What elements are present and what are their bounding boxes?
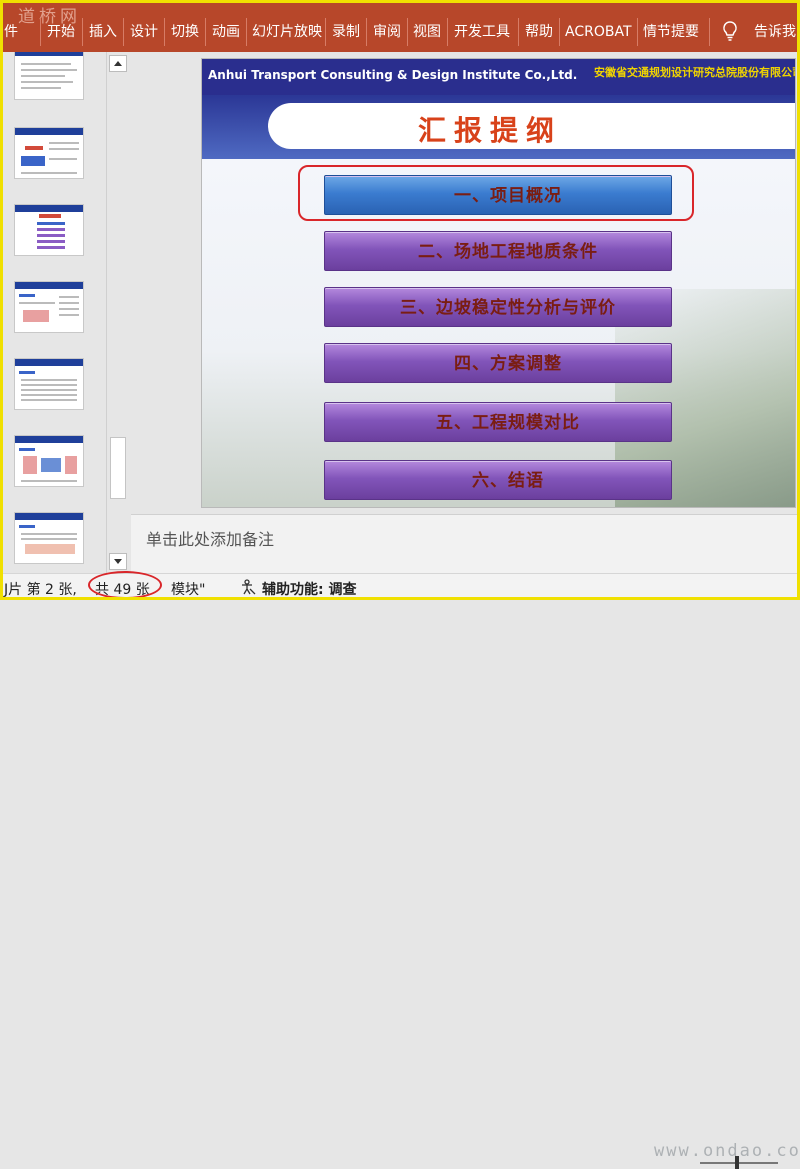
tab-separator [366, 18, 367, 46]
tab-review[interactable]: 审阅 [373, 20, 401, 44]
outline-item-5[interactable]: 五、工程规模对比 [324, 402, 672, 442]
tab-home[interactable]: 开始 [47, 20, 75, 44]
tab-storyboard[interactable]: 情节提要 [643, 20, 699, 44]
slide-position: J片 第 2 张, [4, 582, 77, 598]
outline-item-4[interactable]: 四、方案调整 [324, 343, 672, 383]
watermark-bottom: www.ondao.com [654, 1141, 800, 1161]
zoom-thumb[interactable] [735, 1156, 739, 1169]
tab-separator [164, 18, 165, 46]
accessibility-icon[interactable] [239, 578, 257, 596]
selection-highlight [298, 165, 694, 221]
tab-animations[interactable]: 动画 [212, 20, 240, 44]
thumbnail-scrollbar[interactable] [106, 52, 130, 573]
slide-thumbnail[interactable] [14, 52, 84, 100]
scroll-down-button[interactable] [109, 553, 127, 570]
tab-slideshow[interactable]: 幻灯片放映 [252, 20, 324, 44]
scroll-thumb[interactable] [110, 437, 126, 499]
lightbulb-icon[interactable] [722, 21, 738, 41]
tab-separator [325, 18, 326, 46]
slide-thumbnail[interactable] [14, 435, 84, 487]
tab-design[interactable]: 设计 [130, 20, 158, 44]
slide-thumbnail[interactable] [14, 204, 84, 256]
tab-acrobat[interactable]: ACROBAT [565, 20, 635, 44]
scroll-up-button[interactable] [109, 55, 127, 72]
slide-editing-area: Anhui Transport Consulting & Design Inst… [131, 52, 797, 512]
tab-separator [709, 18, 710, 46]
zoom-slider[interactable] [700, 1162, 778, 1164]
tab-separator [407, 18, 408, 46]
tell-me-search[interactable]: 告诉我 [754, 20, 796, 44]
outline-item-2[interactable]: 二、场地工程地质条件 [324, 231, 672, 271]
tab-separator [637, 18, 638, 46]
slide-thumbnail-pane[interactable] [3, 52, 105, 573]
notes-placeholder[interactable]: 单击此处添加备注 [146, 526, 274, 550]
tab-help[interactable]: 帮助 [525, 20, 553, 44]
outline-item-6[interactable]: 六、结语 [324, 460, 672, 500]
theme-name: 模块" [171, 582, 206, 598]
outline-item-3[interactable]: 三、边坡稳定性分析与评价 [324, 287, 672, 327]
tab-separator [518, 18, 519, 46]
tab-separator [559, 18, 560, 46]
tab-transitions[interactable]: 切换 [171, 20, 199, 44]
tab-record[interactable]: 录制 [332, 20, 360, 44]
accessibility-status[interactable]: 辅助功能: 调查 [262, 579, 356, 599]
slide-thumbnail[interactable] [14, 127, 84, 179]
tab-view[interactable]: 视图 [413, 20, 441, 44]
tab-separator [82, 18, 83, 46]
tab-separator [447, 18, 448, 46]
slide-title[interactable]: 汇报提纲 [418, 109, 562, 149]
tab-separator [40, 18, 41, 46]
slide-thumbnail[interactable] [14, 358, 84, 410]
tab-developer[interactable]: 开发工具 [454, 20, 510, 44]
tab-separator [246, 18, 247, 46]
company-name-cn: 安徽省交通规划设计研究总院股份有限公司 [594, 66, 796, 79]
tab-file[interactable]: 件 [4, 20, 18, 44]
slide-thumbnail[interactable] [14, 512, 84, 564]
tab-separator [205, 18, 206, 46]
company-name-en: Anhui Transport Consulting & Design Inst… [208, 68, 578, 82]
slide-thumbnail[interactable] [14, 281, 84, 333]
tab-insert[interactable]: 插入 [89, 20, 117, 44]
ribbon-bar: 道桥网 件 开始 插入 设计 切换 动画 幻灯片放映 录制 审阅 视图 开发工具… [0, 0, 800, 52]
current-slide[interactable]: Anhui Transport Consulting & Design Inst… [201, 58, 796, 508]
tab-separator [123, 18, 124, 46]
notes-pane[interactable]: 单击此处添加备注 [131, 514, 797, 573]
slide-count-annotation-circle [88, 571, 162, 599]
